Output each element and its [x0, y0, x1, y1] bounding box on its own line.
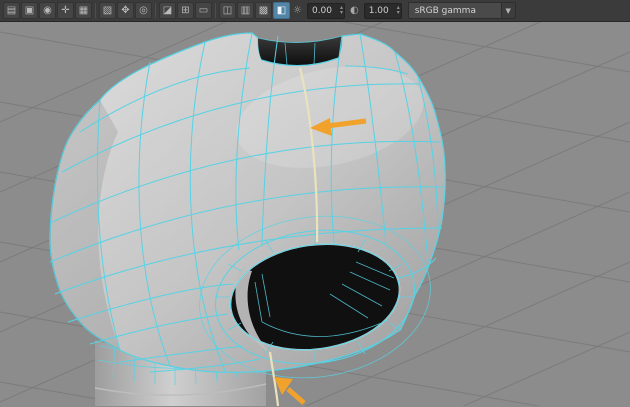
maya-viewport-window: ▤ ▣ ◉ ✛ ▦ ▧ ✥ ◎ ◪ ⊞ ▭ ◫ ▥ ▩ ◧ ☼ 0.00 ▴ ▾…: [0, 0, 630, 407]
film-gate-glyph: ▭: [198, 5, 209, 16]
resolution-gate-icon[interactable]: ◫: [219, 2, 236, 19]
toolbar-separator: [95, 3, 96, 18]
field-chart-icon[interactable]: ▩: [255, 2, 272, 19]
camera-attributes-icon[interactable]: ✛: [57, 2, 74, 19]
image-plane-icon[interactable]: ▧: [99, 2, 116, 19]
bookmark-icon[interactable]: ▦: [75, 2, 92, 19]
exposure-field[interactable]: 0.00 ▴ ▾: [306, 2, 345, 19]
gate-mask-icon[interactable]: ▥: [237, 2, 254, 19]
isolate-select-icon[interactable]: ◪: [159, 2, 176, 19]
viewport-3d[interactable]: [0, 22, 630, 406]
gamma-value[interactable]: 1.00: [369, 6, 395, 16]
gamma-field[interactable]: 1.00 ▴ ▾: [363, 2, 402, 19]
toolbar-separator: [215, 3, 216, 18]
spinner-down-icon[interactable]: ▾: [340, 9, 343, 16]
field-chart-glyph: ▩: [258, 5, 269, 16]
exposure-spinner[interactable]: ▴ ▾: [340, 4, 343, 16]
select-camera-icon[interactable]: ▣: [21, 2, 38, 19]
resolution-gate-glyph: ◫: [222, 5, 233, 16]
bookmark-glyph: ▦: [78, 5, 89, 16]
spinner-down-icon[interactable]: ▾: [397, 9, 400, 16]
lock-camera-glyph: ◉: [43, 5, 52, 16]
panel-menu-icon[interactable]: ▤: [3, 2, 20, 19]
exposure-icon: ☼: [293, 5, 302, 16]
lock-camera-icon[interactable]: ◉: [39, 2, 56, 19]
viewport-canvas[interactable]: [0, 22, 630, 406]
camera-attributes-glyph: ✛: [61, 5, 70, 16]
exposure-value[interactable]: 0.00: [312, 6, 338, 16]
gate-mask-glyph: ▥: [240, 5, 251, 16]
film-gate-icon[interactable]: ▭: [195, 2, 212, 19]
color-management-icon[interactable]: ◧: [273, 2, 290, 19]
color-management-glyph: ◧: [276, 5, 287, 16]
oversampling-glyph: ◎: [139, 5, 148, 16]
image-plane-glyph: ▧: [102, 5, 113, 16]
pan-zoom-glyph: ✥: [121, 5, 130, 16]
toolbar-separator: [155, 3, 156, 18]
oversampling-icon[interactable]: ◎: [135, 2, 152, 19]
isolate-select-glyph: ◪: [162, 5, 173, 16]
view-transform-dropdown[interactable]: sRGB gamma ▼: [407, 2, 516, 19]
gamma-spinner[interactable]: ▴ ▾: [397, 4, 400, 16]
select-camera-glyph: ▣: [24, 5, 35, 16]
grid-toggle-icon[interactable]: ⊞: [177, 2, 194, 19]
panel-toolbar: ▤ ▣ ◉ ✛ ▦ ▧ ✥ ◎ ◪ ⊞ ▭ ◫ ▥ ▩ ◧ ☼ 0.00 ▴ ▾…: [0, 0, 630, 22]
pan-zoom-icon[interactable]: ✥: [117, 2, 134, 19]
gamma-icon: ◐: [349, 5, 359, 16]
view-transform-value: sRGB gamma: [414, 5, 476, 16]
grid-toggle-glyph: ⊞: [181, 5, 190, 16]
chevron-down-icon[interactable]: ▼: [500, 3, 515, 18]
panel-menu-glyph: ▤: [6, 5, 17, 16]
